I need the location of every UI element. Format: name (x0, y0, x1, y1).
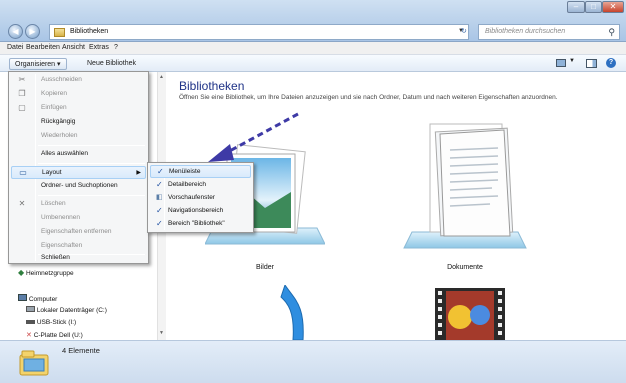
menu-item-rename[interactable]: Umbenennen (11, 212, 146, 225)
drive-label: C-Platte Dell (U:) (33, 332, 83, 339)
menu-ansicht[interactable]: Ansicht (62, 44, 85, 51)
library-folder-icon (19, 350, 49, 376)
organize-button[interactable]: Organisieren ▾ (9, 58, 67, 70)
library-label: Dokumente (447, 264, 483, 271)
tree-drive-i[interactable]: USB-Stick (I:) (26, 319, 76, 326)
scroll-down-icon[interactable]: ▼ (159, 330, 164, 336)
paste-icon: ▢ (18, 103, 26, 112)
layout-icon: ▭ (19, 168, 27, 177)
checkmark-icon: ✓ (156, 180, 163, 189)
documents-library-icon (403, 123, 527, 249)
layout-submenu: ✓ Menüleiste ✓ Detailbereich ◧ Vorschauf… (147, 162, 254, 233)
search-placeholder: Bibliotheken durchsuchen (485, 28, 566, 35)
help-icon[interactable]: ? (606, 58, 616, 68)
drive-label: Lokaler Datenträger (C:) (36, 307, 107, 314)
hard-drive-icon (26, 306, 35, 312)
music-library-icon[interactable] (265, 285, 315, 340)
new-library-button[interactable]: Neue Bibliothek (82, 58, 141, 70)
submenu-item-label: Bereich "Bibliothek" (168, 220, 225, 227)
menu-item-label: Kopieren (41, 90, 68, 97)
annotation-arrow-icon (208, 112, 299, 162)
menu-item-label: Ausschneiden (41, 76, 82, 83)
submenu-item-details-pane[interactable]: ✓ Detailbereich (150, 179, 251, 192)
checkmark-icon: ✓ (156, 206, 163, 215)
drive-label: USB-Stick (I:) (36, 319, 77, 326)
forward-button[interactable]: ▶ (25, 24, 40, 39)
menu-item-close[interactable]: Schließen (11, 252, 146, 263)
homegroup-icon: ◆ (18, 268, 25, 277)
menu-extras[interactable]: Extras (89, 44, 109, 51)
maximize-button[interactable]: □ (585, 1, 602, 13)
tree-drive-u[interactable]: ✕ C-Platte Dell (U:) (26, 331, 83, 339)
tree-computer[interactable]: Computer (18, 294, 57, 303)
scroll-up-icon[interactable]: ▲ (159, 74, 164, 80)
status-bar: 4 Elemente (0, 340, 626, 383)
scissors-icon: ✂ (18, 75, 26, 84)
videos-library-icon[interactable] (430, 285, 510, 340)
view-dropdown-icon[interactable]: ▼ (569, 58, 575, 64)
page-subtitle: Öffnen Sie eine Bibliothek, um Ihre Date… (179, 94, 558, 101)
menu-item-cut[interactable]: ✂ Ausschneiden (11, 74, 146, 87)
title-bar: ◀ ▶ Bibliotheken ▼ ↻ Bibliotheken durchs… (0, 0, 626, 42)
command-bar: Organisieren ▾ Neue Bibliothek ▼ ? (0, 55, 626, 72)
menu-item-remove-properties[interactable]: Eigenschaften entfernen (11, 226, 146, 239)
menu-item-copy[interactable]: ❐ Kopieren (11, 88, 146, 101)
submenu-arrow-icon: ▶ (136, 170, 141, 176)
submenu-item-label: Navigationsbereich (168, 207, 224, 214)
copy-icon: ❐ (18, 89, 26, 98)
library-icon (54, 28, 65, 37)
menu-datei[interactable]: Datei (7, 44, 23, 51)
menu-item-delete[interactable]: ✕ Löschen (11, 198, 146, 211)
usb-drive-icon (26, 320, 35, 324)
checkmark-icon: ✓ (156, 219, 163, 228)
preview-pane-icon[interactable] (586, 59, 597, 68)
address-path: Bibliotheken (70, 28, 109, 35)
menu-item-select-all[interactable]: Alles auswählen (11, 148, 146, 161)
preview-pane-icon: ◧ (156, 194, 163, 201)
menu-item-folder-options[interactable]: Ordner- und Suchoptionen (11, 180, 146, 193)
submenu-item-label: Detailbereich (168, 181, 206, 188)
menu-item-label: Layout (42, 169, 62, 176)
computer-icon (18, 294, 27, 301)
address-bar[interactable]: Bibliotheken ▼ (49, 24, 469, 40)
menu-bar: Datei Bearbeiten Ansicht Extras ? (0, 42, 626, 55)
view-options-icon[interactable] (556, 59, 566, 67)
menu-item-undo[interactable]: Rückgängig (11, 116, 146, 129)
submenu-item-navigation-pane[interactable]: ✓ Navigationsbereich (150, 205, 251, 218)
tree-drive-c[interactable]: Lokaler Datenträger (C:) (26, 306, 107, 314)
item-count: 4 Elemente (62, 346, 100, 355)
back-button[interactable]: ◀ (8, 24, 23, 39)
menu-item-paste[interactable]: ▢ Einfügen (11, 102, 146, 115)
menu-item-layout[interactable]: ▭ Layout ▶ (11, 166, 146, 179)
submenu-item-preview-pane[interactable]: ◧ Vorschaufenster (150, 192, 251, 205)
menu-item-label: Einfügen (41, 104, 67, 111)
close-button[interactable]: ✕ (602, 1, 624, 13)
delete-icon: ✕ (18, 199, 26, 208)
submenu-item-menubar[interactable]: ✓ Menüleiste (150, 165, 251, 178)
checkmark-icon: ✓ (157, 167, 164, 176)
homegroup-label: Heimnetzgruppe (25, 270, 74, 277)
page-title: Bibliotheken (179, 79, 245, 93)
submenu-item-label: Vorschaufenster (168, 194, 215, 201)
menu-bearbeiten[interactable]: Bearbeiten (26, 44, 60, 51)
tree-homegroup[interactable]: ◆ Heimnetzgruppe (18, 268, 74, 277)
refresh-icon[interactable]: ↻ (461, 27, 467, 35)
search-input[interactable]: Bibliotheken durchsuchen ⚲ (478, 24, 620, 40)
submenu-item-label: Menüleiste (169, 168, 201, 175)
organize-menu: ✂ Ausschneiden ❐ Kopieren ▢ Einfügen Rüc… (8, 71, 149, 264)
minimize-button[interactable]: – (567, 1, 585, 13)
library-tile-dokumente[interactable]: Dokumente (400, 120, 530, 271)
submenu-item-library-pane[interactable]: ✓ Bereich "Bibliothek" (150, 218, 251, 231)
library-label: Bilder (256, 264, 274, 271)
menu-item-redo[interactable]: Wiederholen (11, 130, 146, 143)
search-icon[interactable]: ⚲ (608, 27, 615, 38)
menu-help[interactable]: ? (114, 44, 118, 51)
drive-warning-icon: ✕ (26, 332, 32, 339)
menu-item-label: Löschen (41, 200, 66, 207)
computer-label: Computer (28, 296, 58, 303)
